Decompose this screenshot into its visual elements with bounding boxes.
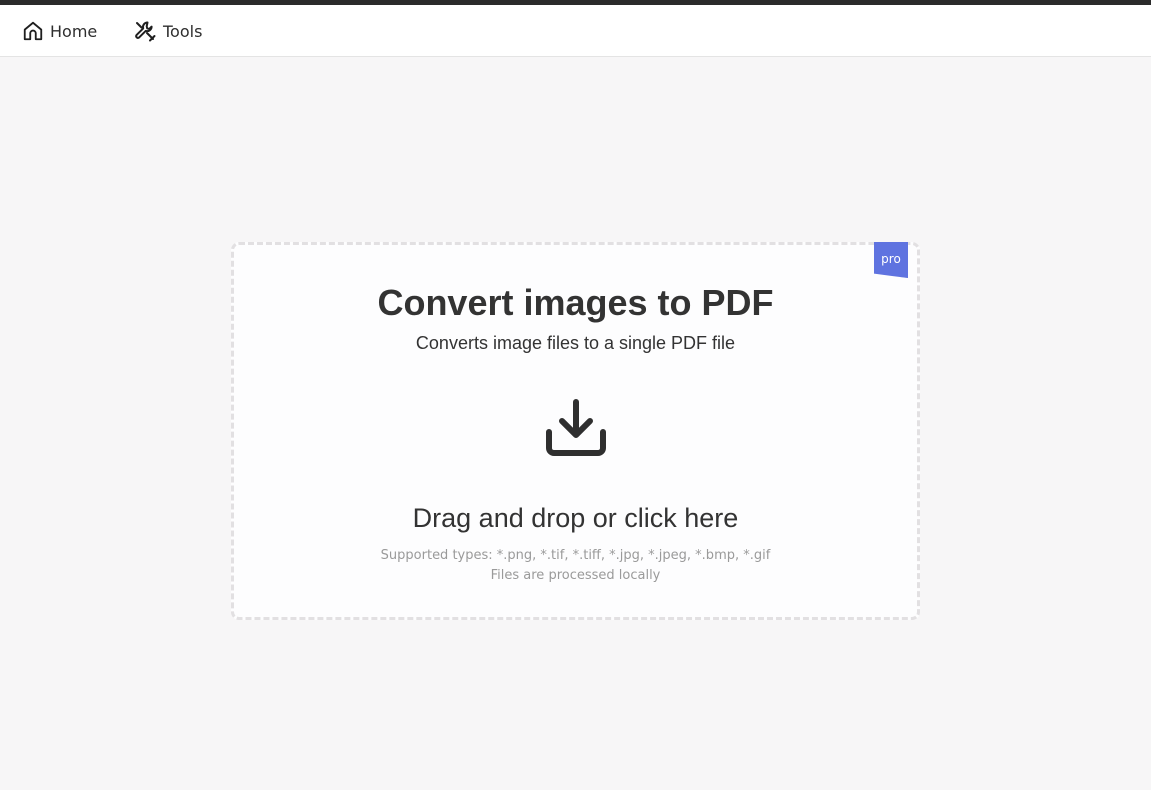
home-icon — [22, 20, 44, 42]
tools-icon — [133, 19, 157, 43]
nav-tools-label: Tools — [163, 21, 203, 41]
nav-tools-link[interactable]: Tools — [133, 17, 202, 45]
top-navbar: Home Tools — [0, 5, 1151, 57]
page-subtitle: Converts image files to a single PDF fil… — [415, 333, 736, 353]
supported-types-text: Supported types: *.png, *.tif, *.tiff, *… — [380, 548, 771, 563]
processing-note: Files are processed locally — [490, 568, 661, 583]
download-icon — [544, 398, 608, 460]
nav-home-link[interactable]: Home — [22, 17, 97, 45]
pro-badge: pro — [874, 242, 908, 278]
page-title: Convert images to PDF — [377, 282, 774, 323]
drop-instruction: Drag and drop or click here — [412, 503, 739, 533]
nav-home-label: Home — [50, 21, 98, 41]
